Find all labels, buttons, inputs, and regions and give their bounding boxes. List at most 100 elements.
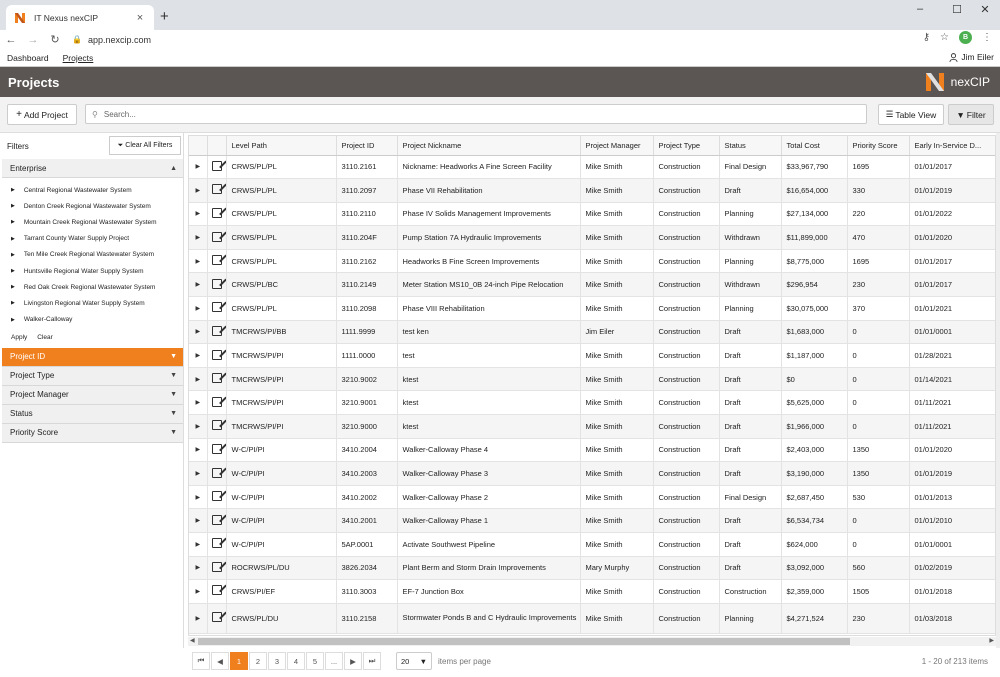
page-button[interactable]: 3 [268, 652, 286, 670]
expand-triangle-icon[interactable]: ▶ [11, 317, 15, 323]
expand-row-icon[interactable]: ▶ [189, 178, 208, 203]
enterprise-item[interactable]: ▶ Red Oak Creek Regional Wastewater Syste… [2, 279, 183, 295]
edit-icon[interactable] [211, 561, 222, 572]
edit-icon[interactable] [211, 538, 222, 549]
expand-row-icon[interactable]: ▶ [189, 249, 208, 274]
edit-icon[interactable] [211, 612, 222, 623]
edit-cell[interactable] [207, 603, 227, 634]
nav-dashboard[interactable]: Dashboard [7, 53, 49, 63]
edit-icon[interactable] [211, 443, 222, 454]
table-row[interactable]: ▶ TMCRWS/PI/PI 3210.9000 ktest Mike Smith Con… [189, 414, 995, 439]
column-header[interactable]: Project ID [336, 136, 398, 156]
search-input[interactable]: ⚲ Search... [85, 104, 867, 124]
table-row[interactable]: ▶ CRWS/PL/PL 3110.204F Pump Station 7A Hydr… [189, 225, 995, 250]
table-row[interactable]: ▶ CRWS/PL/PL 3110.2097 Phase VII Rehabilita… [189, 178, 995, 203]
filter-section[interactable]: Project ID ▼ [2, 347, 183, 367]
table-row[interactable]: ▶ TMCRWS/PI/BB 1111.9999 test ken Jim Eiler C… [189, 320, 995, 345]
expand-row-icon[interactable]: ▶ [189, 343, 208, 368]
last-page-button[interactable]: ⏭ [363, 652, 381, 670]
expand-triangle-icon[interactable]: ▶ [11, 187, 15, 193]
scroll-left-icon[interactable]: ◀ [190, 637, 195, 644]
tab-close-icon[interactable]: × [134, 12, 146, 24]
column-header[interactable]: Project Type [653, 136, 720, 156]
table-row[interactable]: ▶ CRWS/PL/PL 3110.2098 Phase VIII Rehabilit… [189, 296, 995, 321]
enterprise-item[interactable]: ▶ Denton Creek Regional Wastewater System [2, 198, 183, 214]
expand-triangle-icon[interactable]: ▶ [11, 236, 15, 242]
table-row[interactable]: ▶ CRWS/PL/DU 3110.2158 Stormwater Ponds B a… [189, 603, 995, 634]
expand-row-icon[interactable]: ▶ [189, 225, 208, 250]
edit-icon[interactable] [211, 491, 222, 502]
star-icon[interactable]: ☆ [940, 32, 949, 43]
browser-menu-icon[interactable]: ⋮ [982, 32, 992, 43]
column-header[interactable]: Priority Score [847, 136, 910, 156]
scroll-right-icon[interactable]: ▶ [989, 637, 994, 644]
url-field[interactable]: 🔒 app.nexcip.com [72, 35, 151, 45]
enterprise-item[interactable]: ▶ Walker-Calloway [2, 312, 183, 328]
first-page-button[interactable]: ⏮ [192, 652, 210, 670]
expand-row-icon[interactable]: ▶ [189, 461, 208, 486]
edit-cell[interactable] [207, 202, 227, 227]
expand-triangle-icon[interactable]: ▶ [11, 284, 15, 290]
filter-section[interactable]: Project Manager ▼ [2, 385, 183, 405]
apply-button[interactable]: Apply [11, 334, 27, 341]
expand-triangle-icon[interactable]: ▶ [11, 268, 15, 274]
table-row[interactable]: ▶ ROCRWS/PL/DU 3826.2034 Plant Berm and Sto… [189, 556, 995, 581]
back-icon[interactable]: ← [0, 34, 22, 46]
expand-row-icon[interactable]: ▶ [189, 438, 208, 463]
table-row[interactable]: ▶ W-C/PI/PI 3410.2001 Walker-Calloway Phase… [189, 508, 995, 533]
edit-icon[interactable] [211, 207, 222, 218]
edit-icon[interactable] [211, 302, 222, 313]
filter-section[interactable]: Status ▼ [2, 404, 183, 424]
table-row[interactable]: ▶ CRWS/PI/EF 3110.3003 EF-7 Junction Box Mik… [189, 579, 995, 604]
table-row[interactable]: ▶ W-C/PI/PI 3410.2002 Walker-Calloway Phase… [189, 485, 995, 510]
edit-cell[interactable] [207, 532, 227, 557]
expand-row-icon[interactable]: ▶ [189, 155, 208, 180]
edit-cell[interactable] [207, 225, 227, 250]
page-scrollbar[interactable] [996, 133, 1000, 648]
edit-icon[interactable] [211, 467, 222, 478]
enterprise-item[interactable]: ▶ Huntsville Regional Water Supply System [2, 263, 183, 279]
edit-cell[interactable] [207, 414, 227, 439]
table-row[interactable]: ▶ CRWS/PL/BC 3110.2149 Meter Station MS10_0… [189, 272, 995, 298]
enterprise-item[interactable]: ▶ Tarrant County Water Supply Project [2, 231, 183, 247]
maximize-icon[interactable]: ☐ [942, 3, 972, 16]
table-row[interactable]: ▶ W-C/PI/PI 3410.2004 Walker-Calloway Phase… [189, 438, 995, 463]
reload-icon[interactable]: ↻ [44, 33, 66, 46]
expand-row-icon[interactable]: ▶ [189, 532, 208, 557]
expand-row-icon[interactable]: ▶ [189, 508, 208, 533]
filter-section[interactable]: Priority Score ▼ [2, 423, 183, 443]
edit-cell[interactable] [207, 343, 227, 368]
table-row[interactable]: ▶ TMCRWS/PI/PI 1111.0000 test Mike Smith Cons… [189, 343, 995, 368]
profile-avatar[interactable]: B [959, 31, 972, 44]
edit-icon[interactable] [211, 349, 222, 360]
window-close-icon[interactable]: ✕ [970, 3, 1000, 16]
minimize-icon[interactable]: – [905, 3, 935, 15]
table-row[interactable]: ▶ TMCRWS/PI/PI 3210.9001 ktest Mike Smith Con… [189, 390, 995, 416]
nav-projects[interactable]: Projects [63, 53, 94, 63]
expand-triangle-icon[interactable]: ▶ [11, 219, 15, 225]
next-page-button[interactable]: ▶ [344, 652, 362, 670]
page-button[interactable]: 2 [249, 652, 267, 670]
table-row[interactable]: ▶ W-C/PI/PI 5AP.0001 Activate Southwest Pip… [189, 532, 995, 557]
edit-icon[interactable] [211, 585, 222, 596]
expand-row-icon[interactable]: ▶ [189, 579, 208, 604]
enterprise-item[interactable]: ▶ Mountain Creek Regional Wastewater Syst… [2, 214, 183, 230]
per-page-select[interactable]: 20 ▼ [396, 652, 432, 670]
expand-row-icon[interactable]: ▶ [189, 272, 208, 298]
user-menu[interactable]: Jim Eiler [949, 52, 994, 62]
filter-section[interactable]: Project Type ▼ [2, 366, 183, 386]
column-header[interactable]: Status [719, 136, 782, 156]
expand-triangle-icon[interactable]: ▶ [11, 203, 15, 209]
prev-page-button[interactable]: ◀ [211, 652, 229, 670]
expand-row-icon[interactable]: ▶ [189, 414, 208, 439]
expand-triangle-icon[interactable]: ▶ [11, 300, 15, 306]
page-button[interactable]: ... [325, 652, 343, 670]
enterprise-item[interactable]: ▶ Ten Mile Creek Regional Wastewater Syst… [2, 247, 183, 263]
edit-cell[interactable] [207, 296, 227, 321]
expand-triangle-icon[interactable]: ▶ [11, 252, 15, 258]
edit-cell[interactable] [207, 249, 227, 274]
edit-cell[interactable] [207, 320, 227, 345]
column-header[interactable]: Level Path [226, 136, 337, 156]
edit-cell[interactable] [207, 178, 227, 203]
table-row[interactable]: ▶ W-C/PI/PI 3410.2003 Walker-Calloway Phase… [189, 461, 995, 486]
